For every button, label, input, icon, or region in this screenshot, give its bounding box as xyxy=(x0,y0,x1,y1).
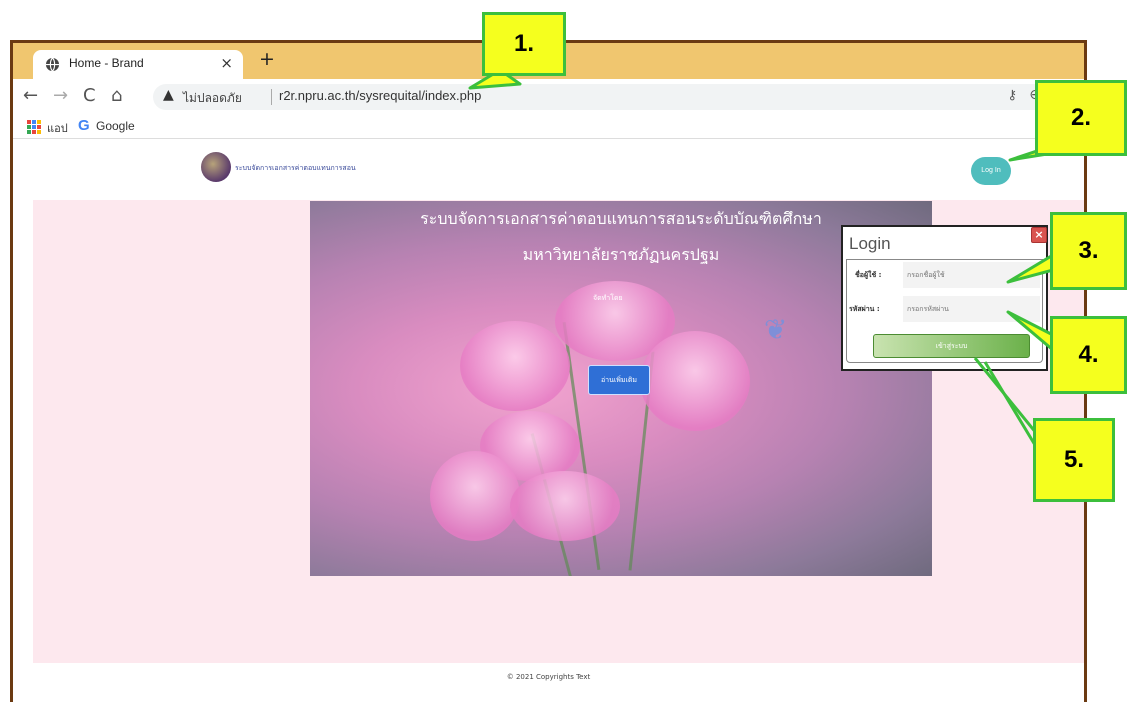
flower-petal xyxy=(460,321,570,411)
bookmark-apps[interactable]: แอป xyxy=(47,119,68,137)
globe-icon xyxy=(45,57,60,72)
password-label: รหัสผ่าน : xyxy=(849,305,880,313)
apps-grid-icon[interactable] xyxy=(27,120,41,134)
browser-toolbar: ← → C ⌂ ▲ ไม่ปลอดภัย r2r.npru.ac.th/sysr… xyxy=(13,79,1084,115)
browser-tab[interactable]: Home - Brand × xyxy=(33,50,243,79)
callout-1: 1. xyxy=(482,12,566,76)
login-submit-button[interactable]: เข้าสู่ระบบ xyxy=(873,334,1030,358)
bookmark-google[interactable]: Google xyxy=(96,119,135,133)
callout-2: 2. xyxy=(1035,80,1127,156)
back-arrow-icon[interactable]: ← xyxy=(23,86,38,106)
hero-banner: ❦ ระบบจัดการเอกสารค่าตอบแทนการสอนระดับบั… xyxy=(310,201,932,576)
bookmarks-bar: แอป G Google xyxy=(13,115,1084,139)
tab-title: Home - Brand xyxy=(69,56,144,70)
hero-subtitle: จัดทำโดย xyxy=(593,294,623,302)
browser-window: Home - Brand × + ← → C ⌂ ▲ ไม่ปลอดภัย r2… xyxy=(10,40,1087,702)
butterfly-icon: ❦ xyxy=(764,313,788,346)
copyright-text: © 2021 Copyrights Text xyxy=(506,673,591,681)
flower-petal xyxy=(640,331,750,431)
password-input[interactable] xyxy=(903,296,1040,322)
address-separator xyxy=(271,89,272,105)
google-logo-icon[interactable]: G xyxy=(78,117,90,134)
new-tab-button[interactable]: + xyxy=(259,48,275,70)
hero-title-line2: มหาวิทยาลัยราชภัฏนครปฐม xyxy=(522,245,720,264)
login-button[interactable]: Log In xyxy=(971,157,1011,185)
site-footer: © 2021 Copyrights Text xyxy=(13,663,1084,702)
close-icon[interactable]: × xyxy=(1031,227,1047,243)
username-label: ชื่อผู้ใช้ : xyxy=(855,271,882,279)
login-form: ชื่อผู้ใช้ : รหัสผ่าน : เข้าสู่ระบบ xyxy=(846,259,1043,363)
url-text[interactable]: r2r.npru.ac.th/sysrequital/index.php xyxy=(279,88,481,103)
login-modal: Login × ชื่อผู้ใช้ : รหัสผ่าน : เข้าสู่ร… xyxy=(841,225,1048,371)
flower-petal xyxy=(430,451,520,541)
callout-3: 3. xyxy=(1050,212,1127,290)
forward-arrow-icon[interactable]: → xyxy=(53,86,68,106)
site-header: ระบบจัดการเอกสารค่าตอบแทนการสอน Log In xyxy=(13,140,1084,200)
hero-title-line1: ระบบจัดการเอกสารค่าตอบแทนการสอนระดับบัณฑ… xyxy=(420,209,822,228)
reload-icon[interactable]: C xyxy=(83,86,96,106)
callout-4: 4. xyxy=(1050,316,1127,394)
home-icon[interactable]: ⌂ xyxy=(111,86,122,106)
callout-5: 5. xyxy=(1033,418,1115,502)
screenshot-stage: { "browser": { "tab_title": "Home - Bran… xyxy=(0,0,1127,702)
address-bar[interactable]: ▲ ไม่ปลอดภัย r2r.npru.ac.th/sysrequital/… xyxy=(153,84,1063,110)
site-logo[interactable] xyxy=(201,152,231,182)
brand-link[interactable]: ระบบจัดการเอกสารค่าตอบแทนการสอน xyxy=(235,163,356,174)
key-icon[interactable]: ⚷ xyxy=(1007,88,1017,103)
flower-petal xyxy=(510,471,620,541)
username-input[interactable] xyxy=(903,262,1040,288)
security-label[interactable]: ไม่ปลอดภัย xyxy=(183,89,242,108)
close-tab-icon[interactable]: × xyxy=(220,54,233,72)
read-more-button[interactable]: อ่านเพิ่มเติม xyxy=(588,365,650,395)
warning-icon: ▲ xyxy=(163,87,174,103)
modal-title: Login xyxy=(849,234,891,253)
